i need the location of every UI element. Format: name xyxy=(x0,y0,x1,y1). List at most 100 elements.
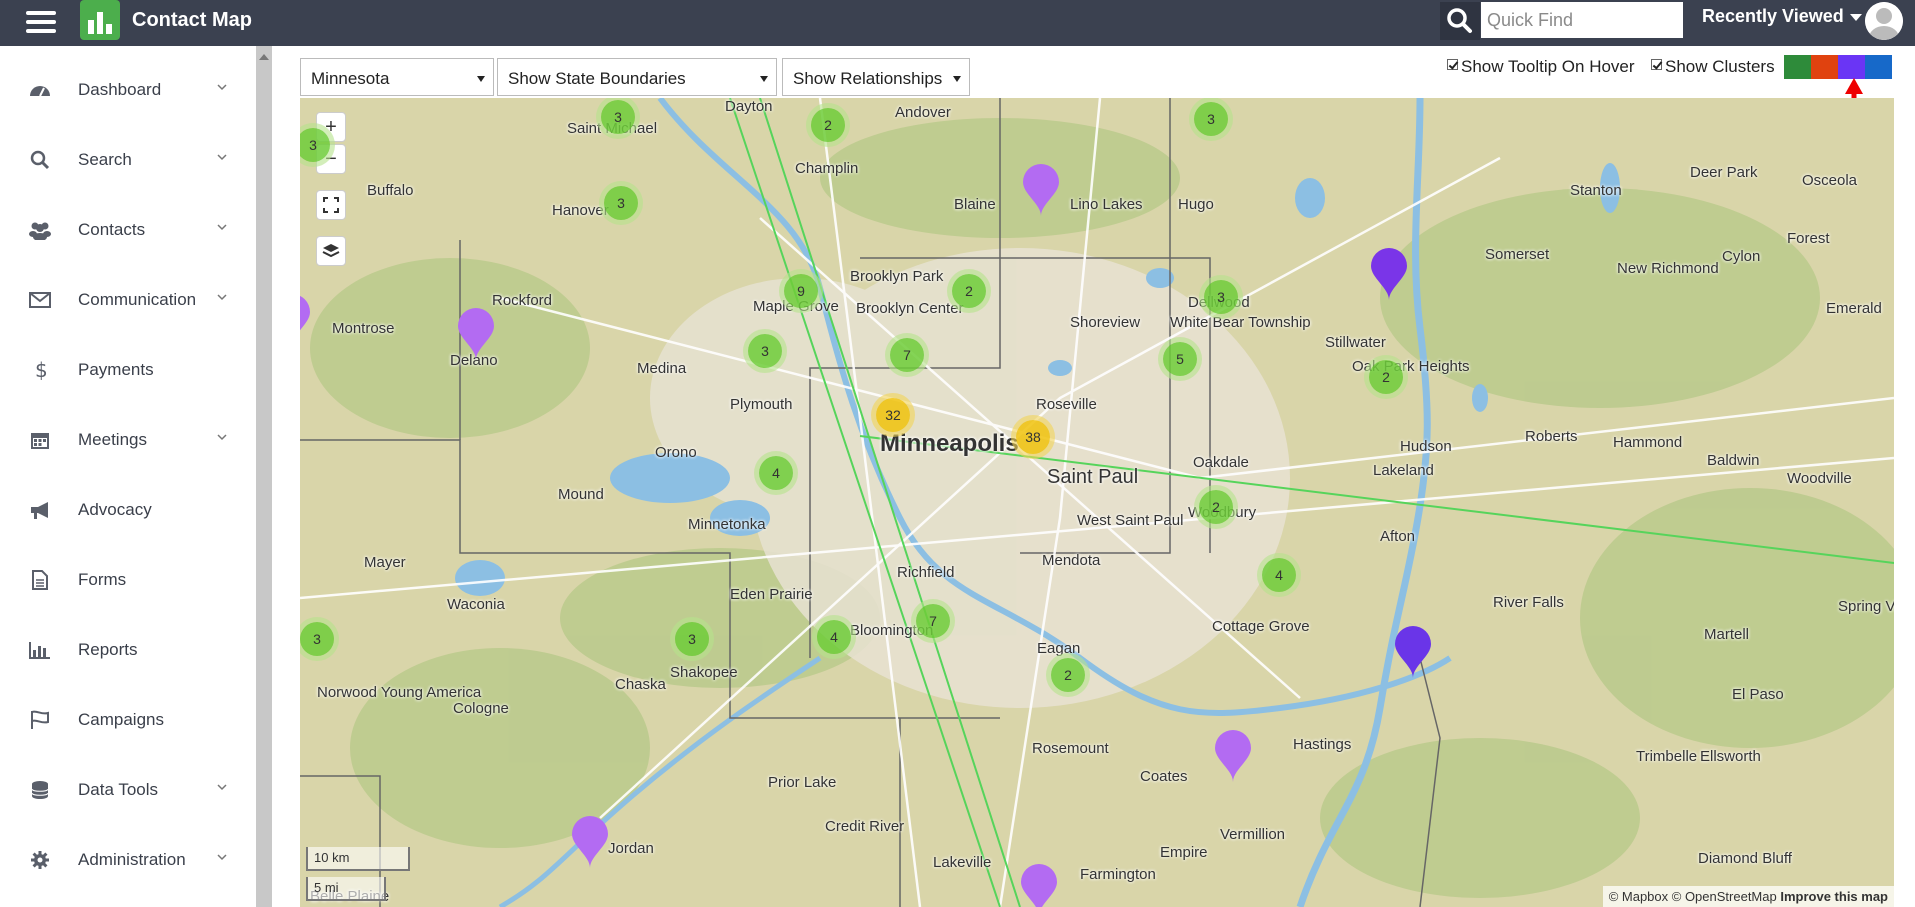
pin-color-swatch[interactable] xyxy=(1811,55,1838,79)
cluster-marker[interactable]: 4 xyxy=(1262,558,1296,592)
map-pin-icon[interactable] xyxy=(1393,626,1433,679)
sidebar-item-label: Payments xyxy=(78,360,154,379)
map-pin-icon[interactable] xyxy=(1369,248,1409,301)
envelope-icon xyxy=(28,290,52,310)
chevron-down-icon xyxy=(215,850,229,864)
place-label: Baldwin xyxy=(1707,452,1760,469)
sidebar-item-administration[interactable]: Administration xyxy=(0,840,256,880)
cluster-marker[interactable]: 3 xyxy=(601,100,635,134)
hamburger-menu-icon[interactable] xyxy=(24,6,58,40)
place-label: Lakeville xyxy=(933,854,992,871)
place-label: Rockford xyxy=(492,292,553,309)
cluster-marker[interactable]: 5 xyxy=(1163,342,1197,376)
place-label: Waconia xyxy=(447,596,505,613)
cluster-marker[interactable]: 2 xyxy=(811,108,845,142)
cluster-marker[interactable]: 3 xyxy=(1204,280,1238,314)
layers-button[interactable] xyxy=(316,236,346,266)
map-pin-icon[interactable] xyxy=(570,816,610,868)
place-label: Cottage Grove xyxy=(1212,618,1310,635)
clusters-checkbox-label: Show Clusters xyxy=(1665,57,1775,76)
map-pin-icon[interactable] xyxy=(1019,864,1059,907)
place-label: Roseville xyxy=(1036,396,1097,413)
place-label: Stillwater xyxy=(1325,334,1386,351)
place-label: Brooklyn Park xyxy=(850,268,944,285)
attribution-text[interactable]: © Mapbox © OpenStreetMap xyxy=(1609,889,1777,904)
cluster-marker[interactable]: 2 xyxy=(1051,658,1085,692)
fullscreen-button[interactable] xyxy=(316,190,346,220)
tooltip-checkbox[interactable]: Show Tooltip On Hover xyxy=(1447,57,1635,77)
cluster-marker[interactable]: 7 xyxy=(916,604,950,638)
improve-map-link[interactable]: Improve this map xyxy=(1780,889,1888,904)
boundaries-select-value: Show State Boundaries xyxy=(508,69,686,88)
place-label: West Saint Paul xyxy=(1077,512,1184,529)
place-label: Orono xyxy=(655,444,697,461)
sidebar-item-label: Advocacy xyxy=(78,500,152,519)
place-label: Lakeland xyxy=(1373,462,1434,479)
calendar-icon xyxy=(28,430,52,450)
sidebar-item-meetings[interactable]: Meetings xyxy=(0,420,256,460)
sidebar-item-search[interactable]: Search xyxy=(0,140,256,180)
sidebar-item-data-tools[interactable]: Data Tools xyxy=(0,770,256,810)
place-label: Trimbelle xyxy=(1636,748,1698,765)
cluster-marker[interactable]: 4 xyxy=(759,456,793,490)
sidebar-item-contacts[interactable]: Contacts xyxy=(0,210,256,250)
megaphone-icon xyxy=(28,500,52,520)
map-canvas[interactable]: + − Dayton Andover Saint Michael Champlin Bl… xyxy=(300,98,1894,907)
quick-find-input[interactable] xyxy=(1481,2,1683,38)
dashboard-icon xyxy=(28,80,52,100)
sidebar-item-payments[interactable]: $ Payments xyxy=(0,350,256,390)
sidebar-item-forms[interactable]: Forms xyxy=(0,560,256,600)
cluster-marker[interactable]: 32 xyxy=(876,398,910,432)
cluster-marker[interactable]: 7 xyxy=(890,338,924,372)
place-label: Hammond xyxy=(1613,434,1683,451)
contacts-icon xyxy=(28,220,52,241)
sidebar-item-label: Contacts xyxy=(78,220,146,239)
scale-bar-km: 10 km xyxy=(306,847,410,871)
cluster-marker[interactable]: 3 xyxy=(748,334,782,368)
cluster-marker[interactable]: 4 xyxy=(817,620,851,654)
user-avatar[interactable] xyxy=(1865,2,1903,40)
sidebar-item-communication[interactable]: Communication xyxy=(0,280,256,320)
sidebar-item-label: Communication xyxy=(78,290,197,309)
map-pin-icon[interactable] xyxy=(1213,730,1253,782)
place-label: Richfield xyxy=(897,564,955,581)
cluster-marker[interactable]: 3 xyxy=(675,622,709,656)
pin-color-swatch[interactable] xyxy=(1838,55,1865,79)
cluster-marker[interactable]: 3 xyxy=(604,186,638,220)
place-label: Buffalo xyxy=(367,182,414,199)
pin-color-swatch[interactable] xyxy=(1784,55,1811,79)
sidebar-item-campaigns[interactable]: Campaigns xyxy=(0,700,256,740)
search-icon xyxy=(1447,8,1472,33)
state-select[interactable]: Minnesota xyxy=(300,58,494,96)
place-label: Shakopee xyxy=(670,664,738,681)
boundaries-select[interactable]: Show State Boundaries xyxy=(497,58,777,96)
clusters-checkbox[interactable]: Show Clusters xyxy=(1651,57,1775,77)
place-label: Minneapolis xyxy=(880,430,1019,457)
map-pin-icon[interactable] xyxy=(300,294,312,346)
clusters-checkbox-box[interactable] xyxy=(1651,59,1662,70)
map-pin-icon[interactable] xyxy=(1021,164,1061,216)
map-pin-icon[interactable] xyxy=(456,308,496,360)
cluster-marker[interactable]: 2 xyxy=(1369,360,1403,394)
search-button[interactable] xyxy=(1440,2,1480,40)
cluster-marker[interactable]: 9 xyxy=(784,274,818,308)
place-label: Woodville xyxy=(1787,470,1852,487)
tooltip-checkbox-box[interactable] xyxy=(1447,59,1458,70)
cluster-marker[interactable]: 38 xyxy=(1016,420,1050,454)
pin-color-swatch[interactable] xyxy=(1865,55,1892,79)
place-label: Champlin xyxy=(795,160,859,177)
sidebar-item-dashboard[interactable]: Dashboard xyxy=(0,70,256,110)
relationships-select[interactable]: Show Relationships xyxy=(782,58,970,96)
cluster-marker[interactable]: 2 xyxy=(1199,490,1233,524)
cluster-marker[interactable]: 3 xyxy=(300,622,334,656)
sidebar-scrollbar[interactable] xyxy=(256,46,272,907)
sidebar-item-advocacy[interactable]: Advocacy xyxy=(0,490,256,530)
place-label: Plymouth xyxy=(730,396,793,413)
recently-viewed-dropdown[interactable]: Recently Viewed xyxy=(1702,6,1862,27)
cluster-marker[interactable]: 3 xyxy=(1194,102,1228,136)
place-label: Lino Lakes xyxy=(1070,196,1143,213)
place-label: Brooklyn Center xyxy=(856,300,964,317)
sidebar-item-reports[interactable]: Reports xyxy=(0,630,256,670)
chevron-down-icon xyxy=(215,150,229,164)
cluster-marker[interactable]: 2 xyxy=(952,274,986,308)
